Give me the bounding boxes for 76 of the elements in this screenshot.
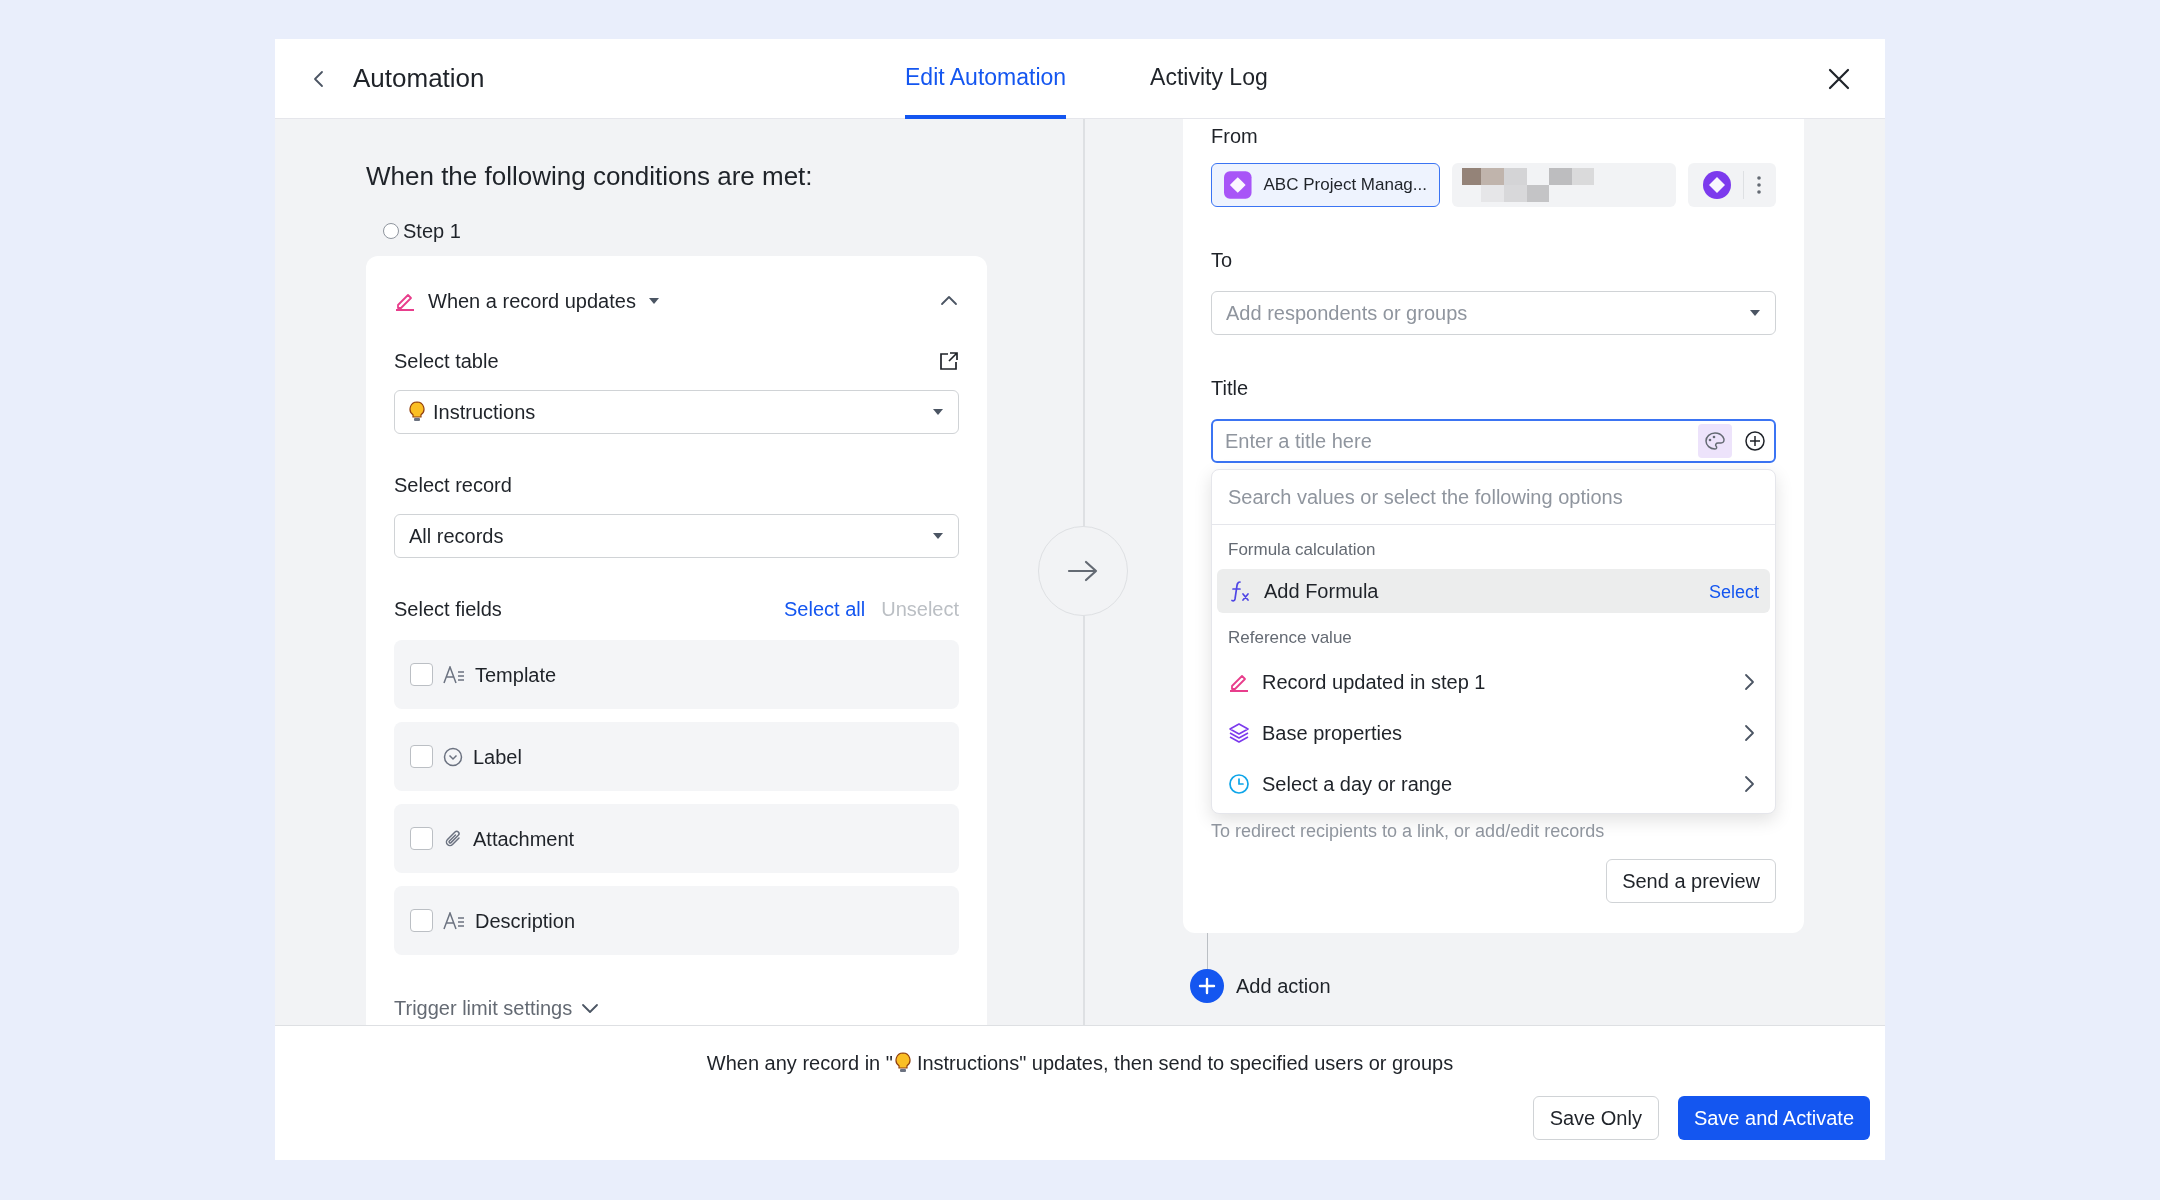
plus-circle-icon (1744, 430, 1766, 452)
app-sender-chip[interactable]: ABC Project Manag... (1211, 163, 1440, 207)
menu-item-label: Base properties (1262, 720, 1403, 746)
page-title: Automation (353, 62, 485, 95)
select-all-link[interactable]: Select all (784, 594, 866, 624)
summary-text: When any record in " (706, 1051, 893, 1076)
select-action[interactable]: Select (1708, 581, 1759, 602)
field-option-row[interactable]: Attachment (394, 804, 959, 873)
sender-logo-button[interactable] (1702, 171, 1731, 199)
menu-section-heading: Formula calculation (1227, 539, 1377, 561)
clock-icon (1228, 772, 1250, 795)
checkbox[interactable] (410, 663, 433, 686)
paperclip-icon (443, 828, 463, 849)
more-button[interactable] (1755, 175, 1762, 195)
tab[interactable]: Activity Log (1150, 39, 1268, 119)
field-option-row[interactable]: Description (394, 886, 959, 955)
field-name: Attachment (473, 826, 575, 852)
step-label: Step 1 (403, 219, 461, 244)
text-field-icon (443, 911, 465, 930)
style-button[interactable] (1698, 424, 1732, 458)
arrow-right-icon (1067, 559, 1099, 583)
lightbulb-icon (409, 401, 425, 423)
round-logo-icon (1702, 171, 1731, 199)
layers-icon (1228, 721, 1250, 744)
field-option-row[interactable]: Label (394, 722, 959, 791)
close-icon (1827, 66, 1851, 91)
menu-item-label: Select a day or range (1262, 771, 1453, 797)
field-name: Description (475, 908, 576, 934)
caret-icon (932, 532, 944, 540)
table-select[interactable]: Instructions (394, 390, 959, 434)
recipients-select[interactable]: Add respondents or groups (1211, 291, 1776, 335)
menu-item-label: Add Formula (1264, 578, 1379, 604)
conditions-heading: When the following conditions are met: (366, 160, 814, 193)
menu-section-heading: Reference value (1227, 626, 1353, 649)
caret-icon (932, 408, 944, 416)
checkbox[interactable] (410, 827, 433, 850)
title-input[interactable]: Enter a title here (1225, 426, 1686, 456)
send-preview-button[interactable]: Send a preview (1606, 859, 1776, 903)
field-name: Template (475, 662, 557, 688)
add-variable-button[interactable] (1744, 430, 1766, 452)
menu-search-field[interactable]: Search values or select the following options (1212, 470, 1775, 525)
title-field[interactable]: Enter a title here (1211, 419, 1776, 463)
open-external-button[interactable] (939, 351, 959, 371)
field-name: Label (473, 744, 522, 770)
field-label: From (1211, 124, 1259, 149)
trigger-limit-toggle[interactable]: Trigger limit settings (394, 993, 959, 1023)
field-label: To (1211, 248, 1234, 273)
field-label: Title (1211, 376, 1250, 401)
add-action-button[interactable]: Add action (1190, 969, 1331, 1003)
lightbulb-icon (894, 1052, 911, 1074)
field-label: Select fields (394, 597, 502, 622)
save-activate-button[interactable]: Save and Activate (1677, 1096, 1870, 1140)
step-marker (383, 223, 399, 239)
text-field-icon (443, 665, 465, 684)
field-option-row[interactable]: Template (394, 640, 959, 709)
plus-circle-icon (1190, 969, 1224, 1003)
caret-icon (647, 297, 660, 305)
menu-item-label: Record updated in step 1 (1262, 669, 1486, 695)
hint-text: To redirect recipients to a link, or add/edit records (1211, 820, 1606, 843)
more-vertical-icon (1755, 175, 1762, 195)
checkbox[interactable] (410, 745, 433, 768)
recipients-input[interactable]: Add respondents or groups (1226, 298, 1749, 328)
summary-text: Instructions" updates, then send to specified users or groups (916, 1051, 1454, 1076)
palette-icon (1704, 431, 1726, 451)
menu-item[interactable]: Add Formula Select (1217, 568, 1770, 613)
external-link-icon (939, 351, 959, 371)
save-button[interactable]: Save Only (1532, 1096, 1659, 1140)
record-select[interactable]: All records (394, 514, 959, 558)
field-label: Select table (394, 349, 499, 374)
trigger-event-dropdown[interactable]: When a record updates (428, 286, 660, 316)
caret-icon (1749, 309, 1761, 317)
app-logo-icon (1224, 171, 1252, 199)
function-icon (1228, 579, 1252, 602)
checkbox[interactable] (410, 909, 433, 932)
field-label: Select record (394, 473, 513, 498)
dropdown-circle-icon (443, 746, 463, 767)
